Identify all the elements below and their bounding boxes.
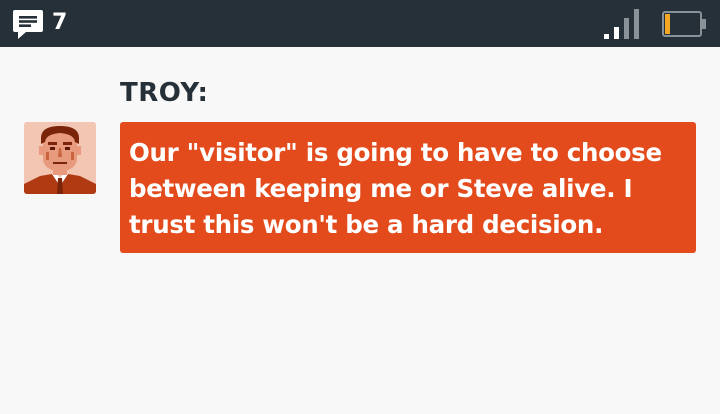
signal-bar-2 (614, 27, 619, 39)
troy-portrait-avatar (24, 122, 96, 194)
signal-bar-3 (624, 18, 629, 39)
battery-fill (665, 14, 670, 34)
signal-strength-icon (604, 9, 639, 39)
status-bar: 7 (0, 0, 720, 47)
battery-icon (662, 11, 706, 37)
message-count: 7 (52, 10, 68, 35)
chat-bubble-icon[interactable] (12, 9, 44, 40)
dialogue-bubble[interactable]: Our "visitor" is going to have to choose… (120, 122, 696, 253)
speaker-name: TROY: (120, 78, 209, 108)
dialogue-text: Our "visitor" is going to have to choose… (129, 138, 662, 239)
signal-bar-1 (604, 34, 609, 39)
signal-bar-4 (634, 9, 639, 39)
